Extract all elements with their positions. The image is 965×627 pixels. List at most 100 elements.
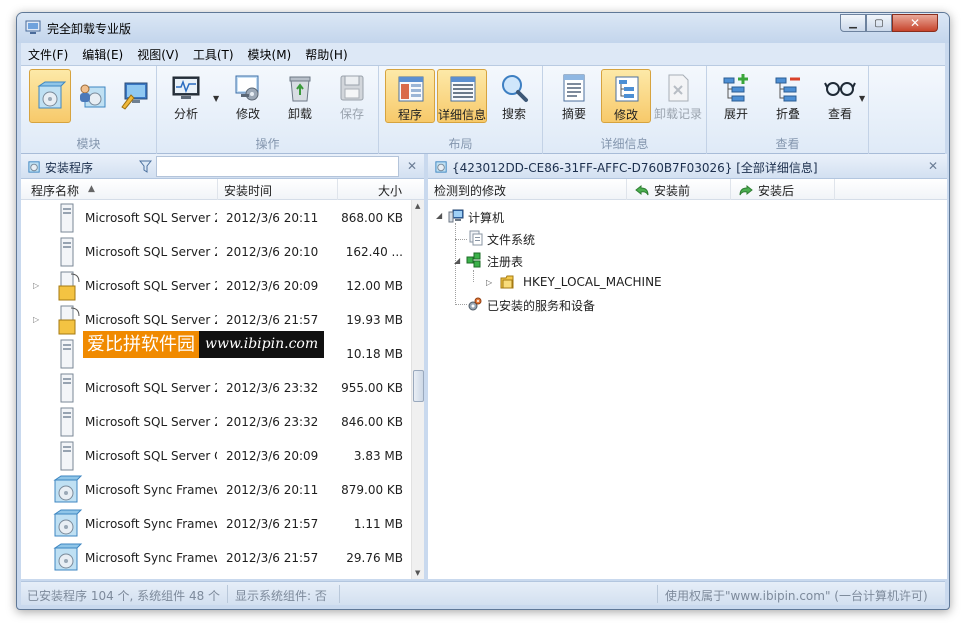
table-row[interactable]: ▷ Microsoft SQL Server 2008 R2 Managemen… bbox=[21, 269, 411, 303]
module-system-button[interactable] bbox=[115, 69, 155, 123]
status-show-system[interactable]: 显示系统组件: 否 bbox=[235, 587, 327, 604]
uninstall-log-button[interactable]: 卸载记录 bbox=[653, 69, 703, 123]
collapse-button[interactable]: 折叠 bbox=[763, 69, 813, 123]
glasses-icon bbox=[824, 82, 856, 96]
uninstall-log-label: 卸载记录 bbox=[653, 107, 702, 121]
program-size: 955.00 KB bbox=[341, 381, 403, 395]
view-button[interactable]: 查看 bbox=[815, 69, 865, 123]
column-after-header[interactable]: 安装后 bbox=[758, 182, 794, 199]
collapse-arrow-icon[interactable]: ◢ bbox=[436, 211, 442, 220]
expand-arrow-icon[interactable]: ▷ bbox=[33, 281, 39, 290]
module-programs-button[interactable] bbox=[29, 69, 71, 123]
registry-icon bbox=[466, 252, 481, 268]
column-name-header[interactable]: 程序名称 bbox=[31, 182, 79, 199]
filter-icon[interactable] bbox=[139, 160, 152, 173]
program-size: 3.83 MB bbox=[353, 449, 403, 463]
install-time: 2012/3/6 21:57 bbox=[226, 313, 319, 327]
close-button[interactable]: ✕ bbox=[892, 14, 938, 32]
modify-op-button[interactable]: 修改 bbox=[223, 69, 273, 123]
program-name: Microsoft SQL Server 2008 R2 Native Clie… bbox=[85, 313, 217, 327]
column-divider[interactable] bbox=[834, 179, 835, 200]
programs-scrollbar[interactable]: ▲ ▼ bbox=[411, 200, 424, 579]
module-users-button[interactable] bbox=[73, 69, 113, 123]
table-row[interactable]: Microsoft SQL Server 2008 R2 Setup (Engl… bbox=[21, 201, 411, 235]
status-divider bbox=[339, 585, 340, 603]
install-time: 2012/3/6 20:09 bbox=[226, 449, 319, 463]
column-size-header[interactable]: 大小 bbox=[378, 182, 402, 199]
search-button[interactable]: 搜索 bbox=[489, 69, 539, 123]
installer-package-icon bbox=[58, 271, 80, 301]
magnifier-icon bbox=[502, 75, 528, 102]
save-button[interactable]: 保存 bbox=[327, 69, 377, 123]
watermark-url-text: www.ibipin.com bbox=[199, 331, 325, 358]
tree-node-computer[interactable]: 计算机 bbox=[468, 209, 504, 226]
table-row[interactable]: Microsoft SQL Server 2008 R2 RsFx Driver… bbox=[21, 405, 411, 439]
table-row[interactable]: Microsoft SQL Server 2008 Setup Support … bbox=[21, 235, 411, 269]
status-bar: 已安装程序 104 个, 系统组件 48 个 显示系统组件: 否 使用权属于"w… bbox=[21, 581, 945, 605]
programs-layout-button[interactable]: 程序 bbox=[385, 69, 435, 123]
scrollbar-thumb[interactable] bbox=[413, 370, 424, 402]
tree-connector bbox=[473, 270, 474, 282]
expand-arrow-icon[interactable]: ▷ bbox=[486, 278, 492, 287]
view-dropdown-icon[interactable]: ▼ bbox=[859, 94, 865, 103]
table-row[interactable]: Microsoft Sync Framework SDK 2012/3/6 21… bbox=[21, 541, 411, 575]
menu-tools[interactable]: 工具(T) bbox=[186, 46, 241, 63]
table-row[interactable]: Microsoft Sync Framework Services 2012/3… bbox=[21, 507, 411, 541]
install-time: 2012/3/6 20:09 bbox=[226, 279, 319, 293]
folder-icon bbox=[500, 275, 514, 289]
close-pane-icon[interactable]: ✕ bbox=[407, 159, 417, 173]
details-pane-title: {423012DD-CE86-31FF-AFFC-D760B7F03026} [… bbox=[452, 161, 818, 175]
collapse-arrow-icon[interactable]: ◢ bbox=[454, 256, 460, 265]
uninstall-button[interactable]: 卸载 bbox=[275, 69, 325, 123]
column-divider[interactable] bbox=[337, 179, 338, 200]
menu-file[interactable]: 文件(F) bbox=[21, 46, 75, 63]
menu-view[interactable]: 视图(V) bbox=[130, 46, 186, 63]
program-name: Microsoft Sync Framework Services bbox=[85, 517, 217, 531]
disc-box-icon bbox=[53, 543, 83, 571]
table-row[interactable]: Microsoft SQL Server 2008 R2 Policies 20… bbox=[21, 371, 411, 405]
title-bar[interactable]: 完全卸载专业版 ▁ ▢ ✕ bbox=[17, 13, 949, 43]
details-tree-panel: 检测到的修改 安装前 安装后 ◢ 计算机 文件系统 ◢ 注册表 ▷ HKEY_L… bbox=[428, 179, 947, 579]
window-details-icon bbox=[450, 76, 476, 102]
search-label: 搜索 bbox=[501, 107, 526, 121]
monitor-modify-icon bbox=[235, 75, 259, 101]
install-time: 2012/3/6 23:32 bbox=[226, 415, 319, 429]
column-before-header[interactable]: 安装前 bbox=[654, 182, 690, 199]
filter-input[interactable] bbox=[156, 156, 399, 177]
menu-help[interactable]: 帮助(H) bbox=[298, 46, 354, 63]
menu-edit[interactable]: 编辑(E) bbox=[75, 46, 130, 63]
maximize-button[interactable]: ▢ bbox=[866, 14, 892, 32]
column-time-header[interactable]: 安装时间 bbox=[224, 182, 272, 199]
view-label: 查看 bbox=[827, 107, 852, 121]
program-size: 1.11 MB bbox=[353, 517, 403, 531]
table-row[interactable]: Microsoft Sync Framework Runtime 2012/3/… bbox=[21, 473, 411, 507]
summary-button[interactable]: 摘要 bbox=[549, 69, 599, 123]
details-layout-button[interactable]: 详细信息 bbox=[437, 69, 487, 123]
document-log-icon bbox=[668, 74, 689, 102]
table-row[interactable]: Microsoft SQL Server Compact 3.5 SP2 201… bbox=[21, 439, 411, 473]
column-divider[interactable] bbox=[626, 179, 627, 200]
scroll-up-icon[interactable]: ▲ bbox=[415, 202, 420, 210]
tree-connector bbox=[455, 304, 467, 305]
programs-pane-title: 安装程序 bbox=[45, 161, 94, 175]
expand-button[interactable]: 展开 bbox=[711, 69, 761, 123]
analyze-dropdown-icon[interactable]: ▼ bbox=[213, 94, 219, 103]
menu-modules[interactable]: 模块(M) bbox=[241, 46, 299, 63]
tree-node-services[interactable]: 已安装的服务和设备 bbox=[487, 297, 595, 314]
expand-arrow-icon[interactable]: ▷ bbox=[33, 315, 39, 324]
analyze-button[interactable]: 分析 bbox=[161, 69, 211, 123]
column-modification-header[interactable]: 检测到的修改 bbox=[434, 182, 506, 199]
ribbon-group-layout: 程序 详细信息 搜索 布局 bbox=[379, 66, 543, 155]
program-size: 29.76 MB bbox=[346, 551, 403, 565]
column-divider[interactable] bbox=[217, 179, 218, 200]
tree-node-registry[interactable]: 注册表 bbox=[487, 253, 523, 270]
column-divider[interactable] bbox=[730, 179, 731, 200]
close-pane-icon[interactable]: ✕ bbox=[928, 159, 938, 173]
minimize-button[interactable]: ▁ bbox=[840, 14, 866, 32]
program-name: Microsoft SQL Server 2008 R2 Management … bbox=[85, 279, 217, 293]
tree-node-hklm[interactable]: HKEY_LOCAL_MACHINE bbox=[523, 275, 662, 289]
tree-node-filesystem[interactable]: 文件系统 bbox=[487, 231, 535, 248]
app-icon bbox=[25, 20, 41, 34]
modify-detail-button[interactable]: 修改 bbox=[601, 69, 651, 123]
scroll-down-icon[interactable]: ▼ bbox=[415, 569, 420, 577]
